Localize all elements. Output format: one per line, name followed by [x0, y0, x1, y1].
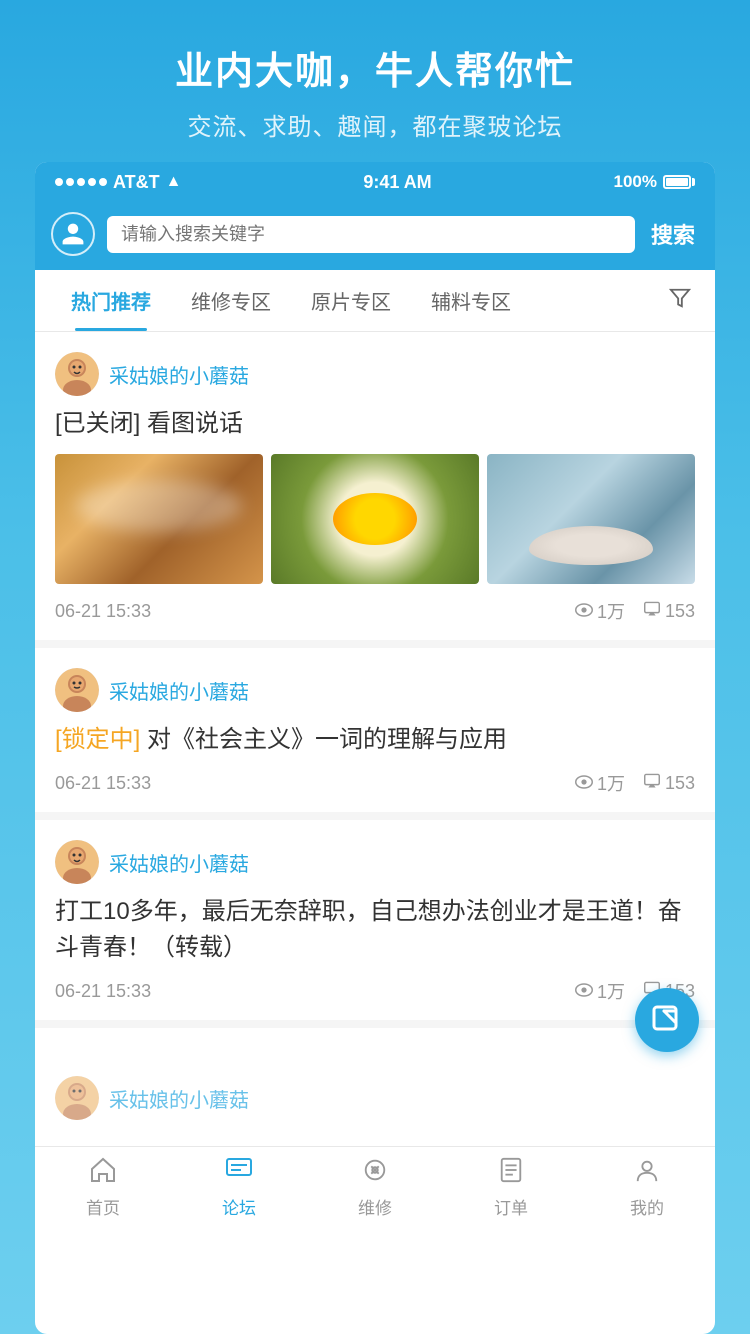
comments-count-2: 153: [665, 773, 695, 794]
post-author-2: 采姑娘的小蘑菇: [55, 668, 695, 712]
search-input[interactable]: [121, 224, 621, 245]
battery-percent: 100%: [614, 172, 657, 192]
promo-title: 业内大咖，牛人帮你忙: [20, 40, 730, 95]
post-avatar-2: [55, 668, 99, 712]
post-tag-2: [锁定中]: [55, 726, 140, 753]
promo-subtitle: 交流、求助、趣闻，都在聚玻论坛: [20, 107, 730, 142]
nav-label-home: 首页: [86, 1194, 120, 1219]
nav-item-order[interactable]: 订单: [461, 1157, 561, 1219]
views-stat-2: 1万: [575, 770, 625, 796]
post-item[interactable]: 采姑娘的小蘑菇 [已关闭] 看图说话 06-21 15:33: [35, 332, 715, 648]
eye-icon-3: [575, 981, 593, 1002]
eye-icon: [575, 601, 593, 622]
post-item-2[interactable]: 采姑娘的小蘑菇 [锁定中] 对《社会主义》一词的理解与应用 06-21 15:3…: [35, 648, 715, 820]
status-left: AT&T ▲: [55, 172, 182, 193]
post-meta-2: 06-21 15:33 1万: [55, 770, 695, 796]
tab-material[interactable]: 辅料专区: [411, 270, 531, 331]
promo-header: 业内大咖，牛人帮你忙 交流、求助、趣闻，都在聚玻论坛: [0, 0, 750, 162]
post-date-3: 06-21 15:33: [55, 981, 151, 1002]
home-icon: [89, 1157, 117, 1190]
forum-icon: [225, 1157, 253, 1190]
post-author-name-1: 采姑娘的小蘑菇: [109, 360, 249, 389]
filter-icon[interactable]: [661, 279, 699, 323]
post-image-bread: [55, 454, 263, 584]
post-author: 采姑娘的小蘑菇: [55, 352, 695, 396]
post-meta-3: 06-21 15:33 1万: [55, 978, 695, 1004]
battery-icon: [663, 175, 695, 189]
views-stat-3: 1万: [575, 978, 625, 1004]
post-item-3[interactable]: 采姑娘的小蘑菇 打工10多年，最后无奈辞职，自己想办法创业才是王道！奋斗青春！（…: [35, 820, 715, 1028]
views-stat-1: 1万: [575, 598, 625, 624]
signal-icon: [55, 178, 107, 186]
partial-author-name: 采姑娘的小蘑菇: [109, 1084, 249, 1113]
user-avatar-icon[interactable]: [51, 212, 95, 256]
nav-item-mine[interactable]: 我的: [597, 1157, 697, 1219]
order-icon: [497, 1157, 525, 1190]
nav-item-repair[interactable]: 维修: [325, 1157, 425, 1219]
post-avatar-partial: [55, 1076, 99, 1120]
bottom-nav: 首页 论坛 维修: [35, 1146, 715, 1235]
eye-icon-2: [575, 773, 593, 794]
wifi-icon: ▲: [166, 173, 182, 191]
post-date-2: 06-21 15:33: [55, 773, 151, 794]
phone-frame: AT&T ▲ 9:41 AM 100% 搜索 热门推荐 维修专区 原片专区 辅料…: [35, 162, 715, 1334]
post-stats-1: 1万 153: [575, 598, 695, 624]
views-count-3: 1万: [597, 978, 625, 1004]
search-input-wrap[interactable]: [107, 216, 635, 253]
comments-stat-1: 153: [643, 601, 695, 622]
post-author-name-3: 采姑娘的小蘑菇: [109, 848, 249, 877]
nav-label-forum: 论坛: [222, 1194, 256, 1219]
tab-repair[interactable]: 维修专区: [171, 270, 291, 331]
post-partial: 采姑娘的小蘑菇: [35, 1028, 715, 1146]
tab-hot[interactable]: 热门推荐: [51, 270, 171, 331]
post-image-coffee: [487, 454, 695, 584]
nav-item-forum[interactable]: 论坛: [189, 1157, 289, 1219]
nav-label-order: 订单: [494, 1194, 528, 1219]
tab-nav: 热门推荐 维修专区 原片专区 辅料专区: [35, 270, 715, 332]
comments-stat-2: 153: [643, 773, 695, 794]
person-icon: [633, 1157, 661, 1190]
post-images-1: [55, 454, 695, 584]
post-meta-1: 06-21 15:33 1万: [55, 598, 695, 624]
post-stats-2: 1万 153: [575, 770, 695, 796]
fab-button[interactable]: [635, 988, 699, 1052]
search-bar: 搜索: [35, 202, 715, 270]
post-title-3: 打工10多年，最后无奈辞职，自己想办法创业才是王道！奋斗青春！（转载）: [55, 894, 695, 966]
posts-list: 采姑娘的小蘑菇 [已关闭] 看图说话 06-21 15:33: [35, 332, 715, 1146]
post-author-3: 采姑娘的小蘑菇: [55, 840, 695, 884]
post-tag-1: [已关闭]: [55, 410, 140, 437]
comments-count-1: 153: [665, 601, 695, 622]
status-right: 100%: [614, 172, 695, 192]
wrench-icon: [361, 1157, 389, 1190]
status-bar: AT&T ▲ 9:41 AM 100%: [35, 162, 715, 202]
nav-label-repair: 维修: [358, 1194, 392, 1219]
post-image-egg: [271, 454, 479, 584]
post-title-2: [锁定中] 对《社会主义》一词的理解与应用: [55, 722, 695, 758]
tab-raw[interactable]: 原片专区: [291, 270, 411, 331]
comment-icon-1: [643, 601, 661, 622]
post-avatar-1: [55, 352, 99, 396]
search-button[interactable]: 搜索: [647, 218, 699, 250]
post-date-1: 06-21 15:33: [55, 601, 151, 622]
nav-item-home[interactable]: 首页: [53, 1157, 153, 1219]
views-count-1: 1万: [597, 598, 625, 624]
carrier-label: AT&T: [113, 172, 160, 193]
post-author-partial: 采姑娘的小蘑菇: [55, 1076, 695, 1120]
time-display: 9:41 AM: [363, 172, 431, 193]
comment-icon-2: [643, 773, 661, 794]
post-avatar-3: [55, 840, 99, 884]
nav-label-mine: 我的: [630, 1194, 664, 1219]
post-author-name-2: 采姑娘的小蘑菇: [109, 676, 249, 705]
post-title-1: [已关闭] 看图说话: [55, 406, 695, 442]
views-count-2: 1万: [597, 770, 625, 796]
